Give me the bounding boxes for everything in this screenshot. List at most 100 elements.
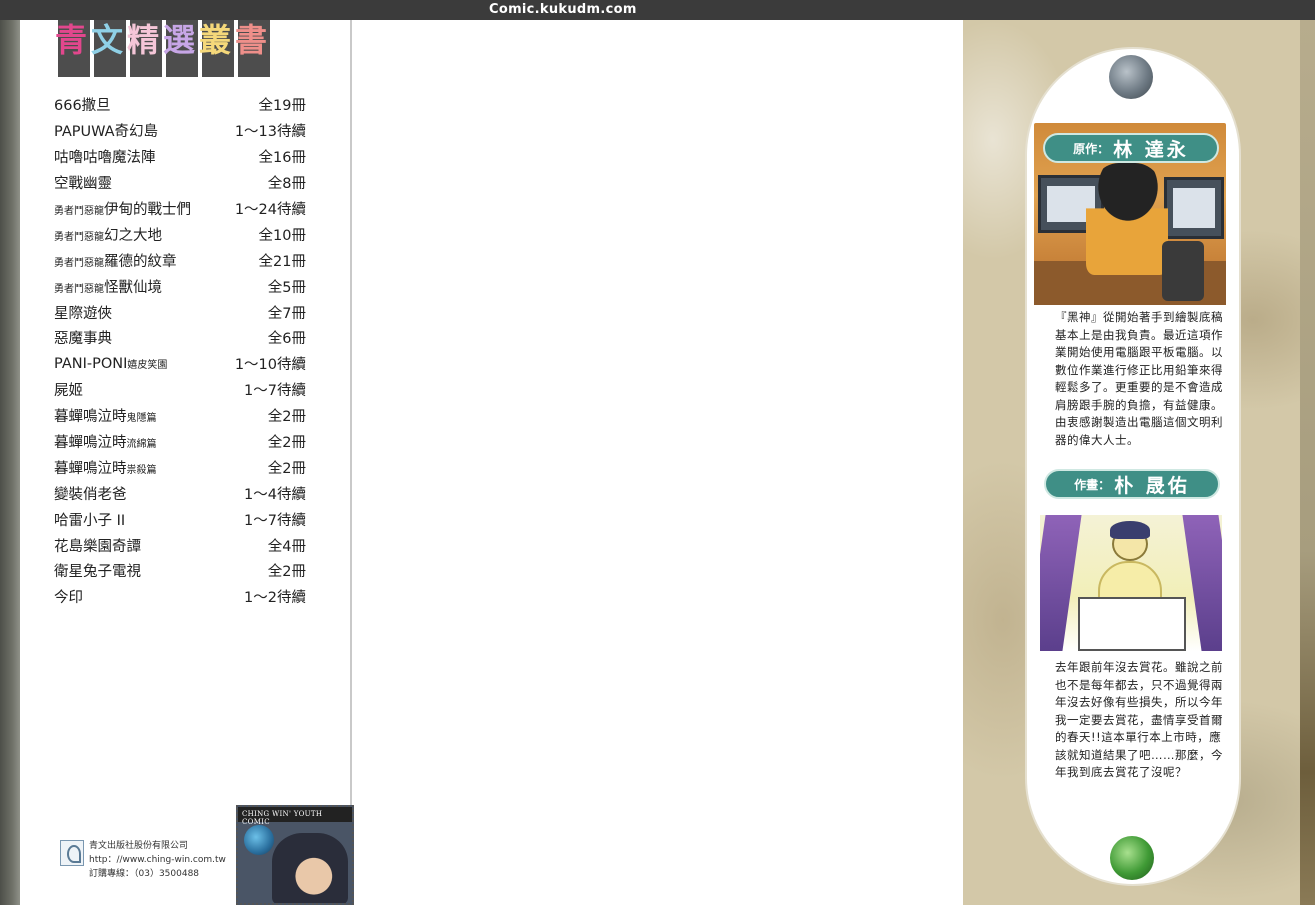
book-title: 衛星兔子電視	[54, 564, 141, 581]
artist-illustration	[1040, 515, 1222, 651]
book-volume-count: 1～7待續	[244, 512, 306, 529]
globe-icon	[244, 825, 274, 855]
book-title-group: 衛星兔子電視	[54, 560, 141, 581]
book-row: 今印 1～2待續	[54, 584, 306, 610]
book-row: 哈雷小子 II 1～7待續	[54, 506, 306, 532]
book-title-group: 今印	[54, 586, 83, 607]
site-watermark: Comic.kukudm.com	[489, 2, 637, 17]
youth-comic-label: CHING WIN' YOUTH COMIC	[238, 807, 352, 826]
book-row: 惡魔事典 全6冊	[54, 325, 306, 351]
book-volume-count: 1～2待續	[244, 590, 306, 607]
book-title-group: 勇者鬥惡龍伊甸的戰士們	[54, 198, 191, 219]
series-logo-tile: 青	[55, 20, 90, 77]
book-volume-count: 1～24待續	[234, 202, 306, 218]
series-logo-char: 選	[163, 21, 196, 59]
book-title-group: 惡魔事典	[54, 327, 112, 348]
book-title: 暮蟬鳴泣時	[54, 460, 127, 477]
author-role: 原作：	[1073, 141, 1110, 156]
book-title: 惡魔事典	[54, 331, 112, 348]
series-logo-char: 青	[55, 21, 88, 59]
publisher-url: http：//www.ching-win.com.tw	[89, 855, 226, 865]
book-title-suffix: 嬉皮笑園	[127, 359, 168, 371]
book-title: 幻之大地	[104, 227, 162, 244]
cherry-tree-right	[1182, 515, 1222, 651]
book-row: 星際遊俠 全7冊	[54, 299, 306, 325]
publisher-info: 青文出版社股份有限公司 http：//www.ching-win.com.tw …	[60, 838, 240, 886]
book-row: PANI-PONI嬉皮笑園 1～10待續	[54, 351, 306, 377]
book-row: 花島樂園奇譚 全4冊	[54, 532, 306, 558]
book-volume-count: 1～7待續	[244, 383, 306, 400]
book-title-group: 勇者鬥惡龍羅德的紋章	[54, 250, 177, 271]
book-title: 暮蟬鳴泣時	[54, 409, 127, 426]
book-volume-count: 1～13待續	[234, 124, 306, 141]
book-title-group: 哈雷小子 II	[54, 509, 125, 530]
series-logo: 青文精選叢書	[55, 20, 306, 77]
drawing-table	[1078, 597, 1186, 651]
book-title-group: 暮蟬鳴泣時流綿篇	[54, 431, 157, 452]
book-volume-count: 全8冊	[267, 176, 306, 193]
author-name: 林 達永	[1113, 138, 1189, 161]
book-title-group: 星際遊俠	[54, 302, 112, 323]
youth-comic-badge: CHING WIN' YOUTH COMIC	[236, 805, 354, 905]
series-logo-char: 書	[235, 21, 268, 59]
book-title: PAPUWA奇幻島	[54, 124, 159, 141]
book-row: PAPUWA奇幻島 1～13待續	[54, 118, 306, 144]
series-logo-tile: 文	[91, 20, 126, 77]
book-row: 勇者鬥惡龍伊甸的戰士們 1～24待續	[54, 196, 306, 222]
author-figure	[1086, 163, 1168, 275]
book-title-prefix: 勇者鬥惡龍	[54, 231, 104, 243]
book-volume-count: 全2冊	[267, 564, 306, 581]
book-title: 今印	[54, 590, 83, 607]
artist-note: 去年跟前年沒去賞花。雖說之前也不是每年都去，只不過覺得兩年沒去好像有些損失，所以…	[1055, 660, 1223, 779]
book-title: 花島樂園奇譚	[54, 538, 141, 555]
book-volume-count: 全10冊	[258, 227, 306, 244]
book-volume-count: 全2冊	[267, 435, 306, 452]
publisher-name: 青文出版社股份有限公司	[89, 841, 189, 851]
book-title: 哈雷小子 II	[54, 512, 126, 529]
book-title-group: 勇者鬥惡龍怪獸仙境	[54, 276, 162, 297]
series-logo-tile: 書	[235, 20, 270, 77]
book-volume-count: 全2冊	[267, 409, 306, 426]
series-logo-tile: 選	[163, 20, 198, 77]
book-volume-count: 全21冊	[258, 253, 306, 270]
publisher-logo-icon	[60, 840, 84, 866]
book-title-group: PAPUWA奇幻島	[54, 120, 158, 141]
chair	[1162, 241, 1204, 301]
green-stud-icon	[1110, 836, 1154, 880]
book-row: 空戰幽靈 全8冊	[54, 170, 306, 196]
book-row: 屍姬 1～7待續	[54, 377, 306, 403]
book-title-prefix: 勇者鬥惡龍	[54, 206, 104, 217]
book-title: 伊甸的戰士們	[104, 202, 191, 218]
book-title-suffix: 鬼隱篇	[126, 413, 157, 425]
book-volume-count: 1～10待續	[234, 357, 306, 374]
scan-edge-right	[1300, 20, 1315, 905]
artist-credit: 作畫： 朴 晟佑	[1044, 469, 1220, 499]
book-title-group: 變裝俏老爸	[54, 483, 127, 504]
book-row: 咕嚕咕嚕魔法陣 全16冊	[54, 144, 306, 170]
book-title-group: 勇者鬥惡龍幻之大地	[54, 224, 162, 245]
book-volume-count: 全2冊	[267, 460, 306, 477]
book-row: 暮蟬鳴泣時流綿篇 全2冊	[54, 429, 306, 455]
book-title: 屍姬	[54, 383, 83, 400]
book-row: 變裝俏老爸 1～4待續	[54, 480, 306, 506]
series-logo-char: 叢	[199, 21, 232, 59]
book-title-group: 屍姬	[54, 379, 83, 400]
book-title: PANI-PONI	[54, 355, 128, 372]
book-title-suffix: 祟殺篇	[126, 464, 157, 476]
series-logo-tile: 叢	[199, 20, 234, 77]
stone-stud-icon	[1109, 55, 1153, 99]
book-title: 暮蟬鳴泣時	[54, 435, 127, 452]
book-volume-count: 全16冊	[258, 150, 306, 167]
series-logo-tile: 精	[127, 20, 162, 77]
book-volume-count: 1～4待續	[244, 486, 306, 503]
character-illustration	[272, 833, 348, 903]
book-row: 勇者鬥惡龍幻之大地 全10冊	[54, 221, 306, 247]
scan-edge-left	[0, 20, 20, 905]
book-list: 666撒旦 全19冊 PAPUWA奇幻島 1～13待續 咕嚕咕嚕魔法陣 全16冊 空戰幽靈全…	[54, 92, 306, 610]
book-title-group: 空戰幽靈	[54, 172, 112, 193]
book-title: 空戰幽靈	[54, 176, 112, 193]
top-bar: Comic.kukudm.com	[0, 0, 1315, 20]
book-title-group: 暮蟬鳴泣時鬼隱篇	[54, 405, 157, 426]
artist-role: 作畫：	[1074, 477, 1111, 492]
author-note: 『黑神』從開始著手到繪製底稿基本上是由我負責。最近這項作業開始使用電腦跟平板電腦…	[1055, 310, 1223, 447]
